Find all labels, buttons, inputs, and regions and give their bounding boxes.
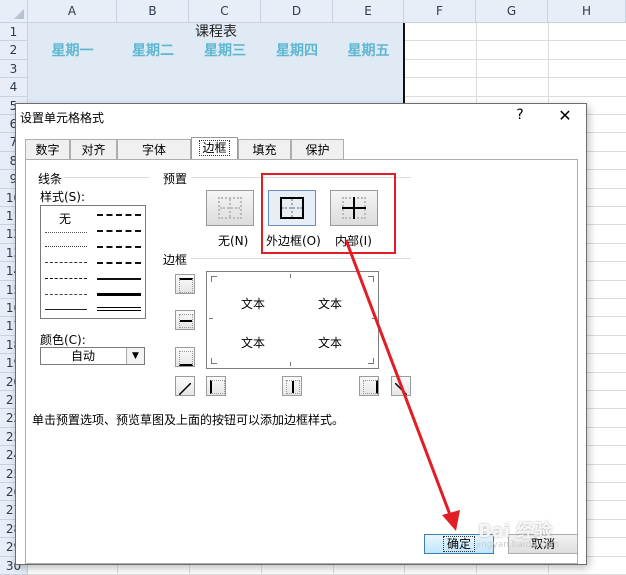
- watermark-url: jingyan.baidu.com: [476, 540, 560, 550]
- annotation-arrow: [344, 239, 460, 531]
